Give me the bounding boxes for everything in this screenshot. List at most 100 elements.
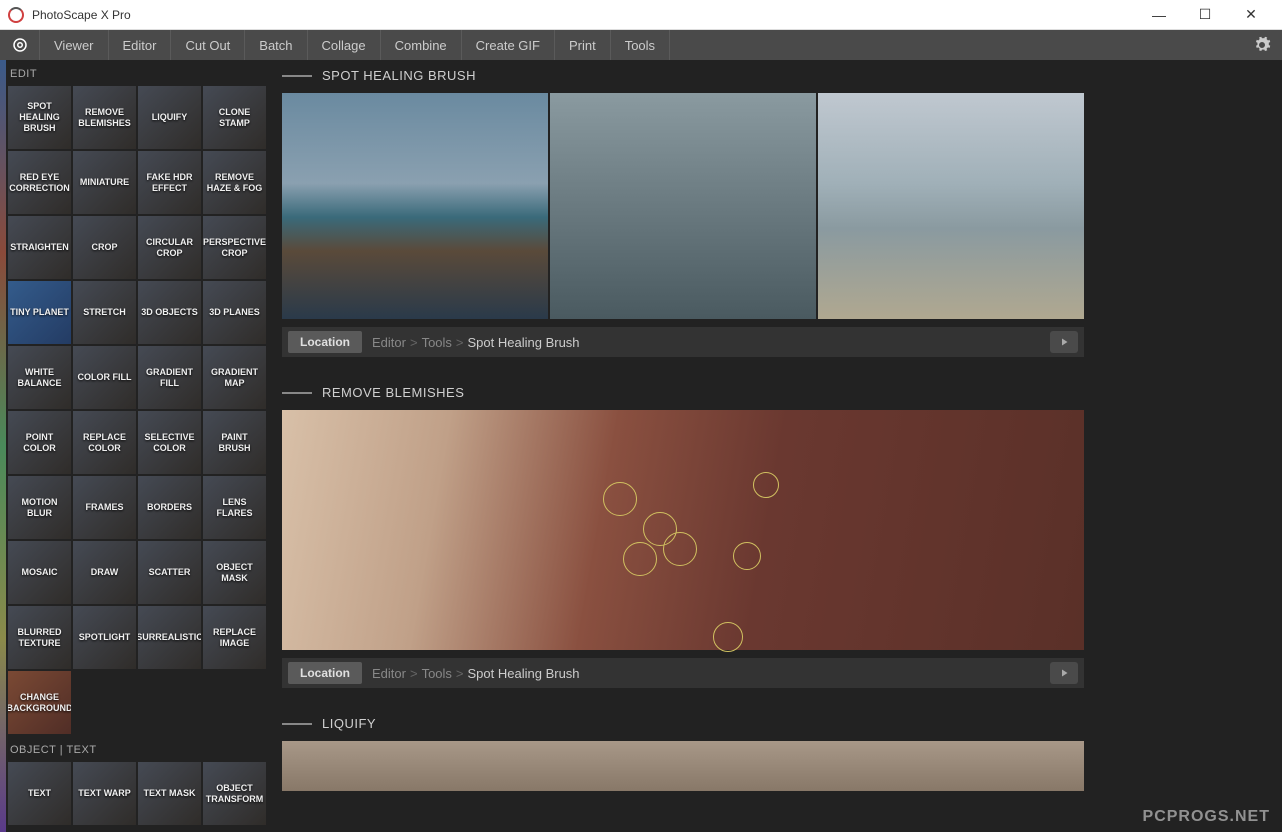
nav-collage[interactable]: Collage <box>308 30 381 60</box>
tool-3d-planes[interactable]: 3D PLANES <box>203 281 266 344</box>
preview-image <box>550 93 816 319</box>
right-pane <box>1092 60 1282 832</box>
tool-selective-color[interactable]: SELECTIVE COLOR <box>138 411 201 474</box>
tool-label: TEXT WARP <box>76 788 133 799</box>
maximize-button[interactable]: ☐ <box>1182 0 1228 30</box>
tool-replace-color[interactable]: REPLACE COLOR <box>73 411 136 474</box>
tool-point-color[interactable]: POINT COLOR <box>8 411 71 474</box>
location-button[interactable]: Location <box>288 662 362 684</box>
preview-image <box>818 93 1084 319</box>
location-button[interactable]: Location <box>288 331 362 353</box>
settings-button[interactable] <box>1242 30 1282 60</box>
tool-perspective-crop[interactable]: PERSPECTIVE CROP <box>203 216 266 279</box>
tool-label: REPLACE COLOR <box>73 432 136 454</box>
tool-miniature[interactable]: MINIATURE <box>73 151 136 214</box>
tool-gradient-fill[interactable]: GRADIENT FILL <box>138 346 201 409</box>
nav-cutout[interactable]: Cut Out <box>171 30 245 60</box>
tool-text-warp[interactable]: TEXT WARP <box>73 762 136 825</box>
tool-remove-blemishes[interactable]: REMOVE BLEMISHES <box>73 86 136 149</box>
app-spiral-icon <box>11 36 29 54</box>
tool-replace-image[interactable]: REPLACE IMAGE <box>203 606 266 669</box>
nav-viewer[interactable]: Viewer <box>40 30 109 60</box>
tool-scatter[interactable]: SCATTER <box>138 541 201 604</box>
tool-label: CLONE STAMP <box>203 107 266 129</box>
tool-red-eye-correction[interactable]: RED EYE CORRECTION <box>8 151 71 214</box>
tool-surrealistic[interactable]: SURREALISTIC <box>138 606 201 669</box>
close-button[interactable]: ✕ <box>1228 0 1274 30</box>
tool-text[interactable]: TEXT <box>8 762 71 825</box>
tool-label: LIQUIFY <box>150 112 190 123</box>
dash-icon <box>282 723 312 725</box>
tool-draw[interactable]: DRAW <box>73 541 136 604</box>
section-object-text-label: OBJECT | TEXT <box>6 740 268 762</box>
preview-image <box>282 93 548 319</box>
section-liquify: LIQUIFY <box>282 716 1084 791</box>
tool-label: OBJECT TRANSFORM <box>203 783 266 805</box>
tool-label: TINY PLANET <box>8 307 71 318</box>
tool-color-fill[interactable]: COLOR FILL <box>73 346 136 409</box>
tool-paint-brush[interactable]: PAINT BRUSH <box>203 411 266 474</box>
tool-label: TEXT <box>26 788 53 799</box>
main-content[interactable]: SPOT HEALING BRUSH Location Editor>Tools… <box>268 60 1092 832</box>
home-logo-button[interactable] <box>0 30 40 60</box>
app-logo-icon <box>8 7 24 23</box>
play-video-button[interactable] <box>1050 662 1078 684</box>
play-video-button[interactable] <box>1050 331 1078 353</box>
watermark: PCPROGS.NET <box>1143 808 1270 826</box>
section-title: SPOT HEALING BRUSH <box>322 68 476 83</box>
tool-text-mask[interactable]: TEXT MASK <box>138 762 201 825</box>
window-title: PhotoScape X Pro <box>32 8 1136 22</box>
nav-batch[interactable]: Batch <box>245 30 307 60</box>
tool-borders[interactable]: BORDERS <box>138 476 201 539</box>
tool-remove-haze-fog[interactable]: REMOVE HAZE & FOG <box>203 151 266 214</box>
tool-label: PERSPECTIVE CROP <box>203 237 266 259</box>
tool-spotlight[interactable]: SPOTLIGHT <box>73 606 136 669</box>
tool-label: MINIATURE <box>78 177 131 188</box>
tool-circular-crop[interactable]: CIRCULAR CROP <box>138 216 201 279</box>
tool-object-transform[interactable]: OBJECT TRANSFORM <box>203 762 266 825</box>
tool-label: CROP <box>89 242 119 253</box>
tool-label: LENS FLARES <box>203 497 266 519</box>
minimize-button[interactable]: — <box>1136 0 1182 30</box>
tool-crop[interactable]: CROP <box>73 216 136 279</box>
tool-straighten[interactable]: STRAIGHTEN <box>8 216 71 279</box>
nav-combine[interactable]: Combine <box>381 30 462 60</box>
tool-stretch[interactable]: STRETCH <box>73 281 136 344</box>
tool-fake-hdr-effect[interactable]: FAKE HDR EFFECT <box>138 151 201 214</box>
tool-liquify[interactable]: LIQUIFY <box>138 86 201 149</box>
section-remove-blemishes: REMOVE BLEMISHES Location Editor>Tools>S… <box>282 385 1084 688</box>
tool-gradient-map[interactable]: GRADIENT MAP <box>203 346 266 409</box>
tool-motion-blur[interactable]: MOTION BLUR <box>8 476 71 539</box>
tool-spot-healing-brush[interactable]: SPOT HEALING BRUSH <box>8 86 71 149</box>
tool-frames[interactable]: FRAMES <box>73 476 136 539</box>
tool-label: SELECTIVE COLOR <box>138 432 201 454</box>
play-icon <box>1058 667 1070 679</box>
nav-creategif[interactable]: Create GIF <box>462 30 555 60</box>
tool-lens-flares[interactable]: LENS FLARES <box>203 476 266 539</box>
tool-label: SURREALISTIC <box>138 632 201 643</box>
preview-image <box>282 410 1084 650</box>
location-bar: Location Editor>Tools>Spot Healing Brush <box>282 658 1084 688</box>
tool-blurred-texture[interactable]: BLURRED TEXTURE <box>8 606 71 669</box>
tool-3d-objects[interactable]: 3D OBJECTS <box>138 281 201 344</box>
tool-change-background[interactable]: CHANGE BACKGROUND <box>8 671 71 734</box>
tool-label: PAINT BRUSH <box>203 432 266 454</box>
tool-mosaic[interactable]: MOSAIC <box>8 541 71 604</box>
gear-icon <box>1253 36 1271 54</box>
nav-editor[interactable]: Editor <box>109 30 172 60</box>
tool-white-balance[interactable]: WHITE BALANCE <box>8 346 71 409</box>
dash-icon <box>282 392 312 394</box>
section-title: LIQUIFY <box>322 716 376 731</box>
section-title: REMOVE BLEMISHES <box>322 385 464 400</box>
tool-label: TEXT MASK <box>141 788 197 799</box>
tool-label: 3D PLANES <box>207 307 262 318</box>
nav-tools[interactable]: Tools <box>611 30 670 60</box>
tool-label: STRETCH <box>81 307 128 318</box>
tool-tiny-planet[interactable]: TINY PLANET <box>8 281 71 344</box>
tool-label: SCATTER <box>147 567 193 578</box>
window-titlebar: PhotoScape X Pro — ☐ ✕ <box>0 0 1282 30</box>
tool-object-mask[interactable]: OBJECT MASK <box>203 541 266 604</box>
nav-print[interactable]: Print <box>555 30 611 60</box>
tool-label: MOSAIC <box>20 567 60 578</box>
tool-clone-stamp[interactable]: CLONE STAMP <box>203 86 266 149</box>
